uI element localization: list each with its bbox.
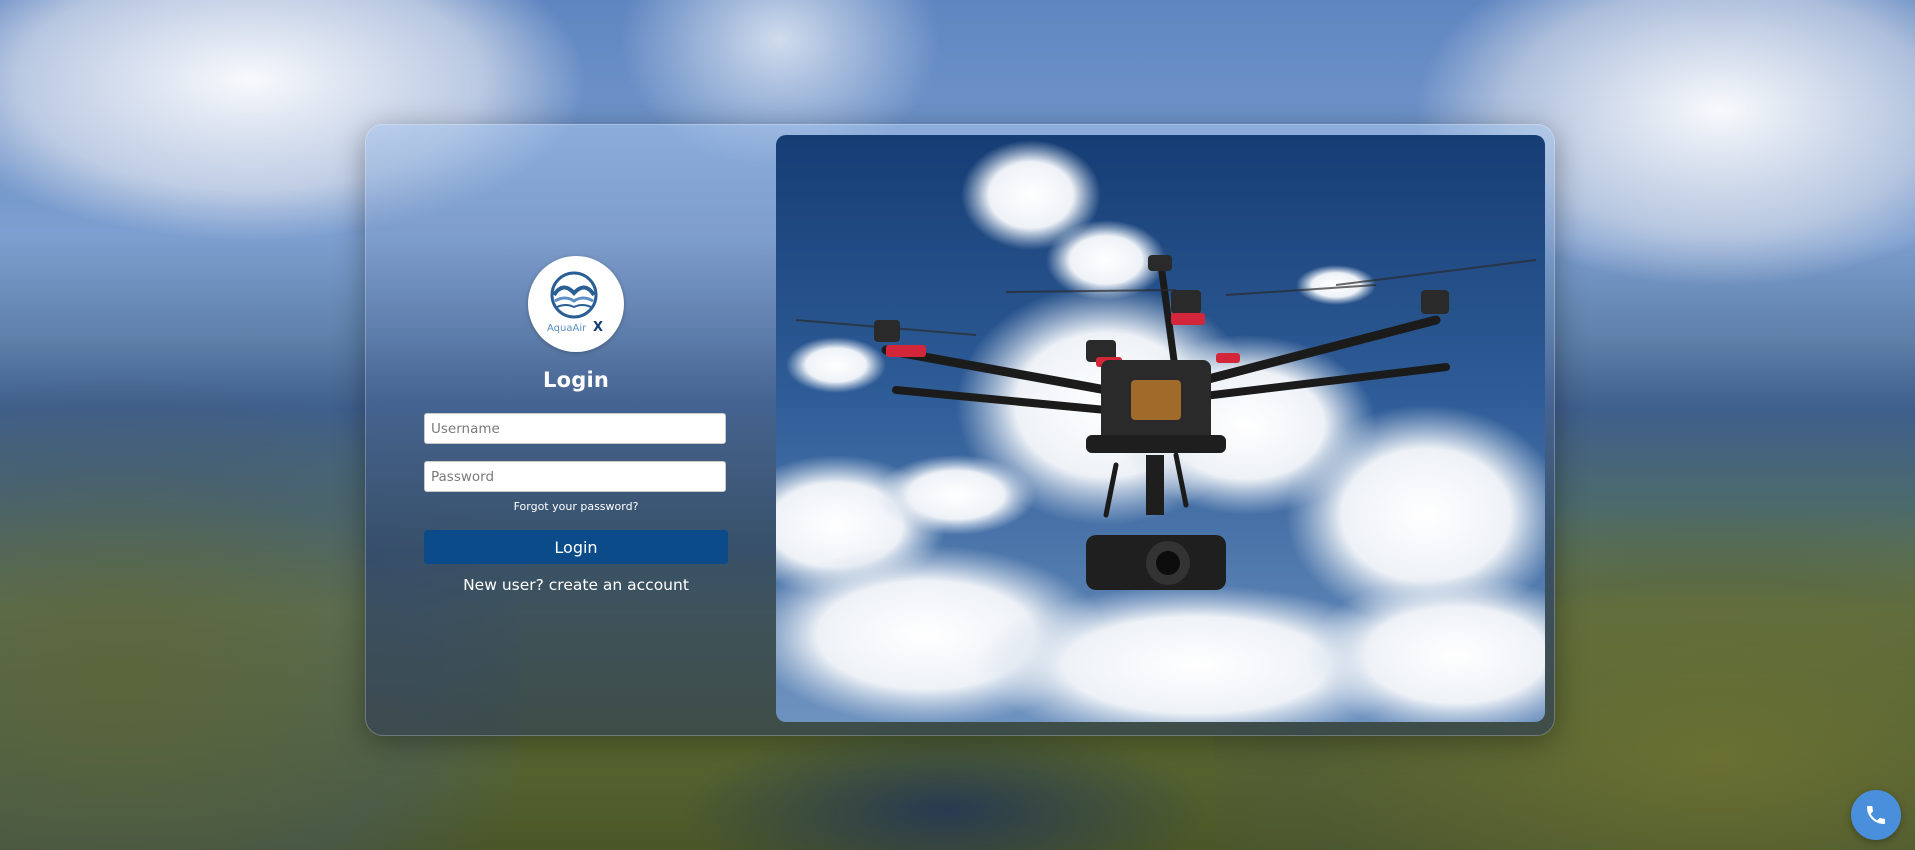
create-account-link[interactable]: New user? create an account: [424, 576, 728, 594]
phone-icon: [1867, 806, 1885, 824]
login-button[interactable]: Login: [424, 530, 728, 564]
brand-logo: AquaAir X: [528, 256, 624, 352]
hero-drone-image: [776, 135, 1545, 722]
wave-logo-icon: AquaAir X: [547, 271, 603, 335]
svg-text:X: X: [593, 320, 603, 335]
username-input[interactable]: [424, 413, 726, 444]
forgot-password-link[interactable]: Forgot your password?: [424, 500, 728, 513]
svg-text:AquaAir: AquaAir: [547, 323, 587, 334]
page-title: Login: [543, 368, 609, 392]
password-input[interactable]: [424, 461, 726, 492]
contact-button[interactable]: [1851, 790, 1901, 840]
